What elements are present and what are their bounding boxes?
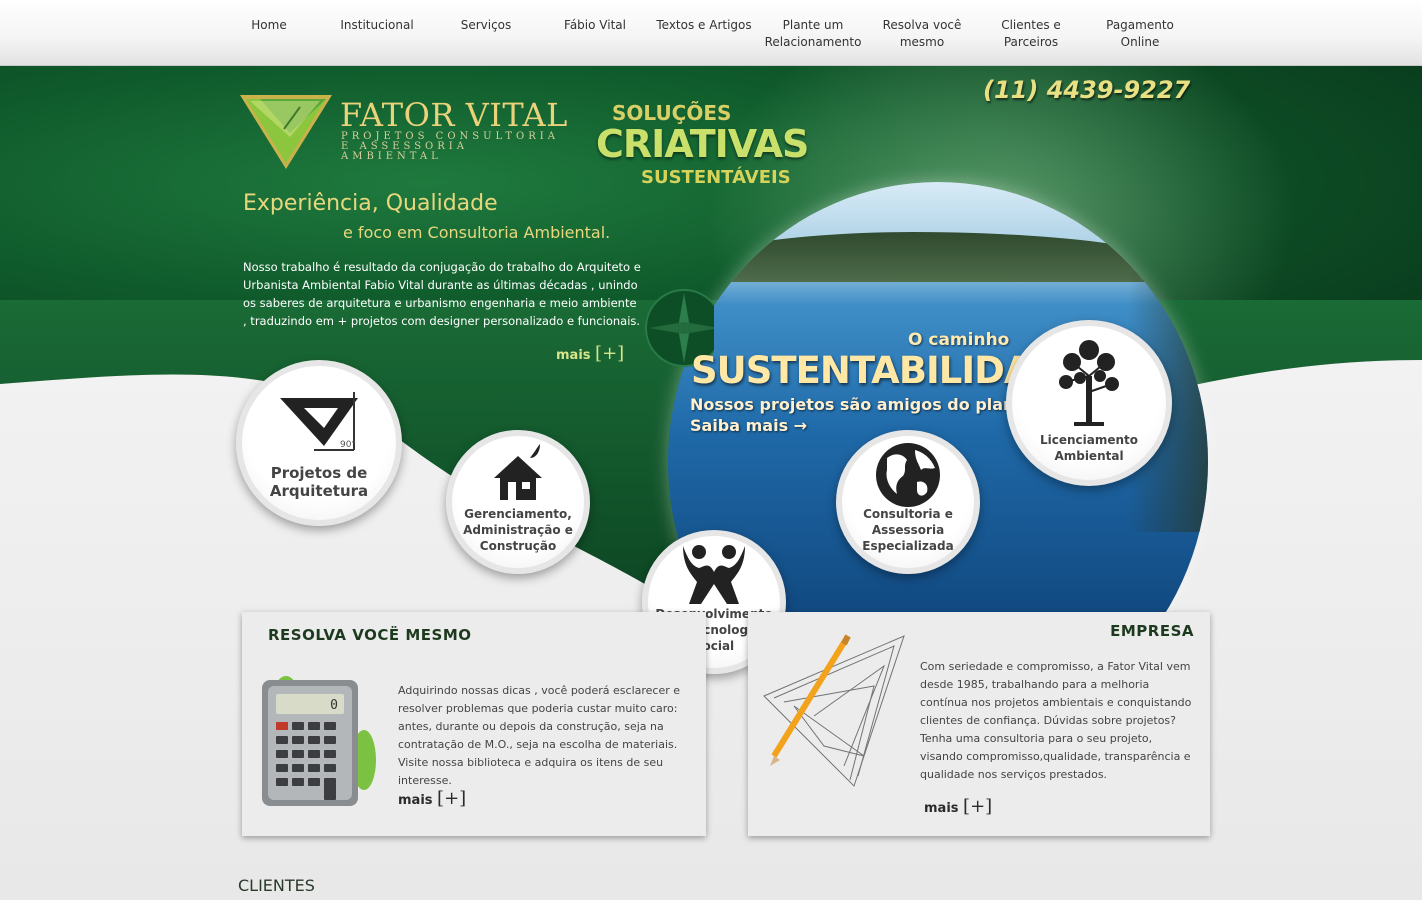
house-icon — [494, 444, 542, 500]
banner-subtitle: Nossos projetos são amigos do planeta — [690, 395, 1044, 414]
sketch-pencil-icon — [763, 634, 905, 787]
nav-resolva-label: Resolva você mesmo — [882, 18, 962, 49]
nav-home[interactable]: Home — [214, 17, 324, 34]
empresa-more-symbol: [+] — [963, 796, 993, 817]
nav-servicos-label: Serviços — [460, 18, 512, 32]
service-label: Consultoria e Assessoria Especializada — [842, 506, 974, 554]
nav-institucional-label: Institucional — [340, 18, 414, 32]
globe-icon — [876, 443, 940, 507]
service-label-line1: Projetos de — [270, 464, 368, 482]
hero-intro-text: Nosso trabalho é resultado da conjugação… — [243, 260, 641, 328]
hero-heading: Experiência, Qualidade — [243, 191, 498, 216]
service-label-line2: Assessoria — [871, 523, 945, 537]
empresa-more-link[interactable]: mais [+] — [924, 796, 992, 817]
resolva-title: RESOLVA VOCË MESMO — [268, 626, 472, 644]
nav-textos-artigos[interactable]: Textos e Artigos — [649, 17, 759, 34]
logo-subtitle-line2: E ASSESSORIA AMBIENTAL — [341, 141, 468, 162]
nav-textos-artigos-label: Textos e Artigos — [656, 18, 752, 32]
nav-servicos[interactable]: Serviços — [431, 17, 541, 34]
service-licenciamento-ambiental[interactable]: Licenciamento Ambiental — [1006, 320, 1172, 486]
service-label: Licenciamento Ambiental — [1012, 432, 1166, 464]
clientes-heading: CLIENTES — [238, 876, 315, 895]
nav-home-label: Home — [251, 18, 287, 32]
empresa-panel: EMPRESA Com seriedade e compromisso, a F… — [748, 612, 1210, 836]
resolva-panel: RESOLVA VOCË MESMO 0 Adquirindo nossas d… — [242, 612, 706, 836]
nav-fabio-vital[interactable]: Fábio Vital — [540, 17, 650, 34]
hero-more-symbol: [+] — [595, 343, 625, 364]
nav-clientes-label: Clientes e Parceiros — [1001, 18, 1061, 49]
nav-fabio-vital-label: Fábio Vital — [564, 18, 626, 32]
page: Home Institucional Serviços Fábio Vital … — [0, 0, 1422, 900]
nav-plante-relacionamento-label: Plante um Relacionamento — [764, 18, 862, 49]
tagline-line2: CRIATIVAS — [596, 122, 809, 166]
resolva-text: Adquirindo nossas dicas , você poderá es… — [398, 684, 681, 787]
service-projetos-arquitetura[interactable]: 90° Projetos de Arquitetura — [236, 360, 402, 526]
empresa-text: Com seriedade e compromisso, a Fator Vit… — [920, 660, 1192, 781]
resolva-more-link[interactable]: mais [+] — [398, 788, 466, 809]
nav-clientes-parceiros[interactable]: Clientes e Parceiros — [976, 17, 1086, 51]
set-square-icon: 90° — [280, 392, 358, 451]
tree-icon — [1059, 340, 1119, 426]
logo-title[interactable]: FATOR VITAL — [340, 96, 568, 134]
hero-more-link[interactable]: mais [+] — [556, 343, 624, 364]
top-navigation: Home Institucional Serviços Fábio Vital … — [0, 0, 1422, 66]
nav-resolva-voce-mesmo[interactable]: Resolva você mesmo — [867, 17, 977, 51]
service-label-line2: Administração e — [463, 523, 573, 537]
nav-pagamento-label: Pagamento Online — [1106, 18, 1174, 49]
hero-subheading: e foco em Consultoria Ambiental. — [343, 223, 611, 242]
hero-more-label: mais — [556, 348, 591, 363]
tagline-line3: SUSTENTÁVEIS — [641, 167, 791, 188]
nav-institucional[interactable]: Institucional — [322, 17, 432, 34]
service-label-line2: Ambiental — [1054, 449, 1124, 463]
service-gerenciamento[interactable]: Gerenciamento, Administração e Construçã… — [446, 430, 590, 574]
calculator-display: 0 — [330, 698, 338, 713]
people-icon — [683, 545, 745, 604]
calculator-icon: 0 — [262, 676, 376, 806]
phone-number: (11) 4439-9227 — [983, 76, 1191, 104]
banner-saiba-mais-link[interactable]: Saiba mais → — [690, 416, 807, 435]
nav-pagamento-online[interactable]: Pagamento Online — [1085, 17, 1195, 51]
empresa-title: EMPRESA — [1110, 622, 1194, 640]
banner-kicker: O caminho — [908, 330, 1010, 350]
service-label: Gerenciamento, Administração e Construçã… — [452, 506, 584, 554]
logo-subtitle: PROJETOS CONSULTORIA E ASSESSORIA AMBIEN… — [341, 132, 571, 162]
service-label-line2: Arquitetura — [269, 482, 369, 500]
service-label-line3: Especializada — [862, 539, 954, 553]
service-label-line1: Licenciamento — [1039, 433, 1139, 447]
svg-text:90°: 90° — [340, 440, 356, 450]
resolva-more-symbol: [+] — [437, 788, 467, 809]
resolva-more-label: mais — [398, 793, 433, 808]
logo-leaf-triangle-icon[interactable] — [240, 93, 336, 171]
service-label: Projetos de Arquitetura — [242, 464, 396, 500]
service-consultoria-assessoria[interactable]: Consultoria e Assessoria Especializada — [836, 430, 980, 574]
service-label-line3: Construção — [479, 539, 557, 553]
nav-plante-relacionamento[interactable]: Plante um Relacionamento — [758, 17, 868, 51]
service-label-line1: Consultoria e — [863, 507, 953, 521]
service-label-line1: Gerenciamento, — [464, 507, 572, 521]
empresa-more-label: mais — [924, 801, 959, 816]
